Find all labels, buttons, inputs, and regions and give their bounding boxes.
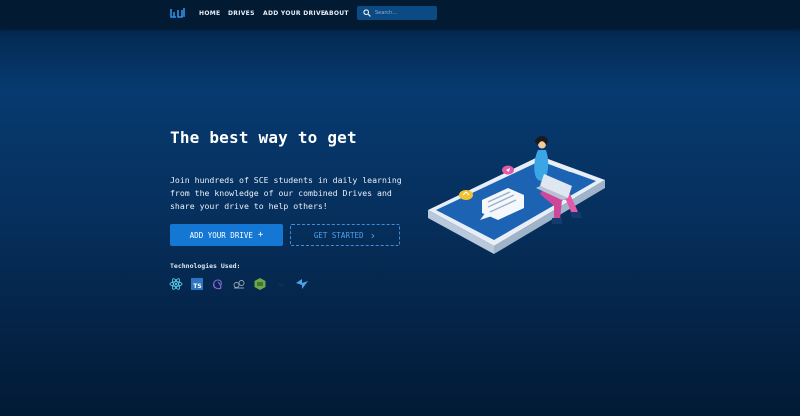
drive-logo-icon[interactable] <box>170 7 186 19</box>
student-on-phone-illustration <box>428 136 605 254</box>
nodejs-icon <box>254 278 266 290</box>
add-your-drive-label: ADD YOUR DRIVE <box>189 230 253 240</box>
navbar: HOME DRIVES ADD YOUR DRIVE ABOUT <box>0 0 800 28</box>
nav-drives-link[interactable]: DRIVES <box>228 10 255 17</box>
plus-icon: + <box>257 230 264 240</box>
svg-text:ex: ex <box>278 283 284 289</box>
get-started-label: GET STARTED <box>313 230 364 240</box>
hero-description: Join hundreds of SCE students in daily l… <box>170 175 402 211</box>
hero-title: The best way to get <box>170 128 357 147</box>
nav-about-link[interactable]: ABOUT <box>324 10 349 17</box>
search-input[interactable] <box>375 7 433 19</box>
nav-home-link[interactable]: HOME <box>199 10 220 17</box>
get-started-button[interactable]: GET STARTED › <box>290 224 400 246</box>
express-icon: ex <box>278 283 284 289</box>
chevron-right-icon: › <box>369 228 377 242</box>
react-icon <box>169 278 183 290</box>
search-box <box>357 6 437 20</box>
search-icon[interactable] <box>363 9 371 17</box>
svg-text:TS: TS <box>193 283 201 290</box>
add-your-drive-button[interactable]: ADD YOUR DRIVE + <box>170 224 283 246</box>
technologies-list: TS ex <box>169 277 309 291</box>
nav-add-your-drive-link[interactable]: ADD YOUR DRIVE <box>263 10 325 17</box>
technologies-label: Technologies Used: <box>170 262 241 270</box>
vite-icon <box>296 279 308 289</box>
redux-icon <box>213 279 222 290</box>
typescript-icon: TS <box>191 278 203 290</box>
mongodb-icon <box>233 280 245 289</box>
